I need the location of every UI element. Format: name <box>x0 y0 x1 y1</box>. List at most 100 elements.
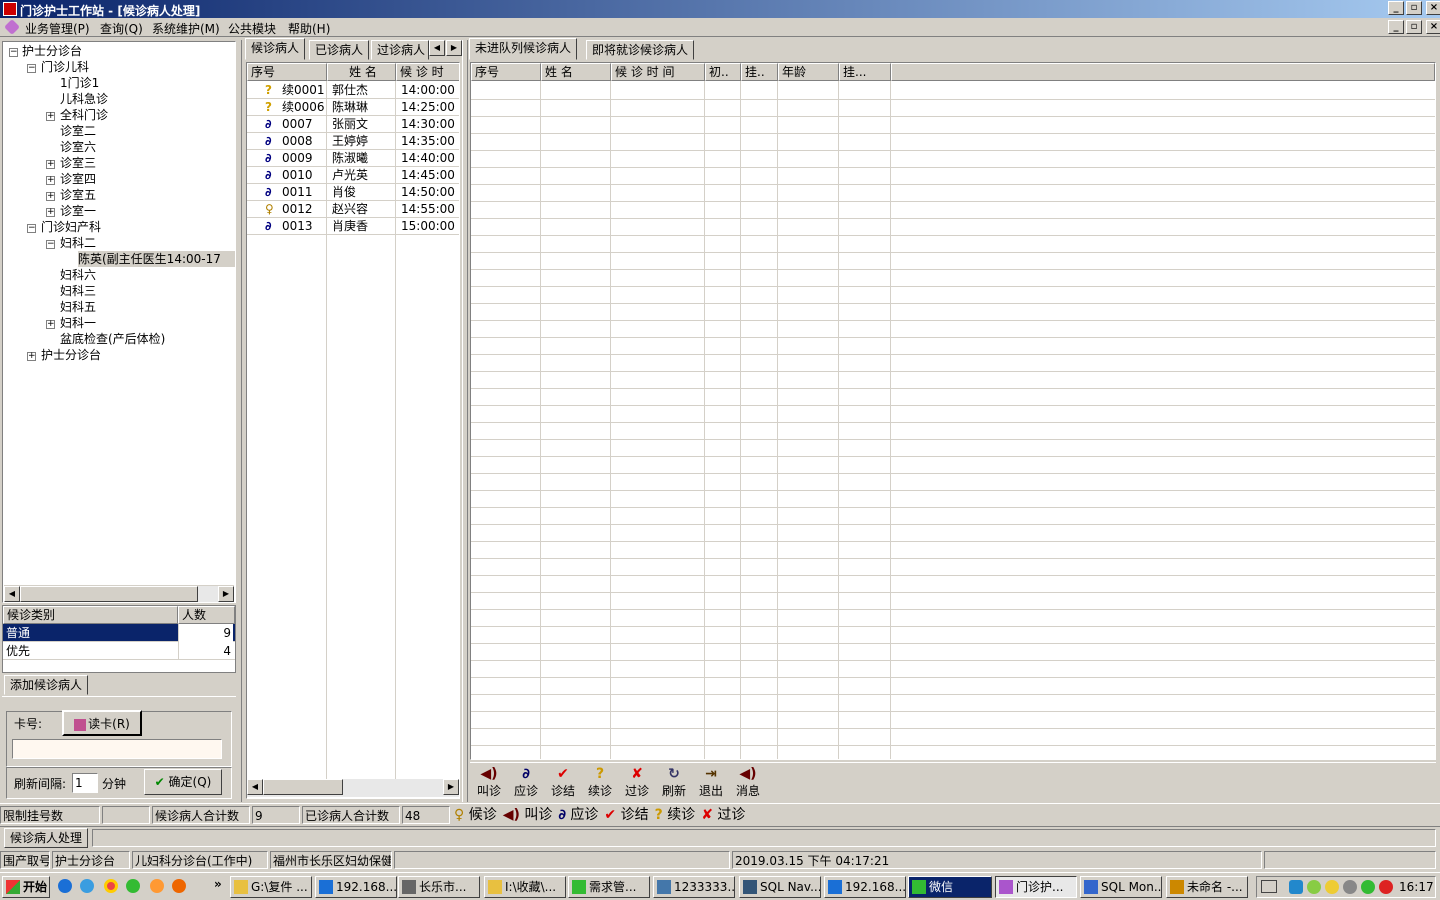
menu-system[interactable]: 系统维护(M) <box>152 20 220 37</box>
collapse-icon[interactable]: − <box>27 64 36 73</box>
menu-business[interactable]: 业务管理(P) <box>25 20 90 37</box>
taskbar-item[interactable]: SQL Mon... <box>1080 876 1162 898</box>
tab-seen[interactable]: 已诊病人 <box>309 40 370 60</box>
taskbar-item[interactable]: 门诊护... <box>995 876 1077 898</box>
tree-node[interactable]: 妇科二 <box>60 235 96 251</box>
table-row[interactable]: 普通 9 <box>3 624 235 642</box>
tab-upcoming[interactable]: 即将就诊候诊病人 <box>586 40 695 60</box>
col-header-count[interactable]: 人数 <box>178 606 235 624</box>
tree-horizontal-scrollbar[interactable]: ◀ ▶ <box>4 585 234 602</box>
tray-app-icon[interactable] <box>1289 880 1303 894</box>
table-row[interactable]: ∂ 0013 肖庚香 15:00:00 <box>247 218 459 235</box>
taskbar-item[interactable]: 长乐市... <box>398 876 480 898</box>
read-card-button[interactable]: 读卡(R) <box>62 710 142 736</box>
ie-icon[interactable] <box>58 879 72 893</box>
waiting-list-scrollbar[interactable]: ◀ ▶ <box>247 779 459 797</box>
message-button[interactable]: ◀) 消息 <box>731 766 765 799</box>
tree-node[interactable]: 诊室四 <box>60 171 96 187</box>
table-row[interactable]: ∂ 0009 陈淑曦 14:40:00 <box>247 150 459 167</box>
expand-icon[interactable]: + <box>46 160 55 169</box>
expand-icon[interactable]: + <box>46 320 55 329</box>
taskbar-item[interactable]: 192.168.... <box>824 876 906 898</box>
scroll-right-icon[interactable]: ▶ <box>443 779 459 795</box>
col-header-reg[interactable]: 挂.. <box>741 63 778 81</box>
col-header-no[interactable]: 序号 <box>471 63 541 81</box>
child-close-button[interactable]: × <box>1426 20 1440 34</box>
refresh-interval-input[interactable]: 1 <box>72 773 98 793</box>
taskbar-item[interactable]: 微信 <box>908 876 992 898</box>
tab-waiting[interactable]: 候诊病人 <box>245 38 306 60</box>
start-button[interactable]: 开始 <box>2 876 50 898</box>
more-tasks-icon[interactable]: » <box>214 877 222 891</box>
desktop-icon[interactable] <box>80 879 94 893</box>
tray-stop-icon[interactable] <box>1379 880 1393 894</box>
expand-icon[interactable]: + <box>46 112 55 121</box>
keyboard-icon[interactable] <box>1261 880 1277 893</box>
tree-node[interactable]: 1门诊1 <box>60 75 99 91</box>
app-plus-icon[interactable] <box>126 879 140 893</box>
tree-node[interactable]: 诊室二 <box>60 123 96 139</box>
col-header-no[interactable]: 序号 <box>247 63 327 81</box>
department-tree[interactable]: − 护士分诊台 − 门诊儿科 1门诊1 儿科急诊 + 全科门诊 诊室二 诊室六 … <box>2 41 236 603</box>
tree-node[interactable]: 诊室三 <box>60 155 96 171</box>
tray-network-icon[interactable] <box>1307 880 1321 894</box>
tree-node[interactable]: 儿科急诊 <box>60 91 108 107</box>
col-header-time[interactable]: 候 诊 时 <box>396 63 459 81</box>
close-button[interactable]: × <box>1426 1 1440 15</box>
firefox-icon[interactable] <box>172 879 186 893</box>
tree-node[interactable]: 门诊妇产科 <box>41 219 101 235</box>
expand-icon[interactable]: + <box>27 352 36 361</box>
taskbar-item[interactable]: 1233333... <box>653 876 735 898</box>
col-header-wait-time[interactable]: 候 诊 时 间 <box>611 63 705 81</box>
expand-icon[interactable]: + <box>46 176 55 185</box>
tab-waiting-patient-process[interactable]: 候诊病人处理 <box>4 828 89 848</box>
table-row[interactable]: ∂ 0010 卢光英 14:45:00 <box>247 167 459 184</box>
tree-node[interactable]: 门诊儿科 <box>41 59 89 75</box>
refresh-button[interactable]: ↻ 刷新 <box>657 766 691 799</box>
scroll-thumb[interactable] <box>20 586 198 602</box>
tree-node[interactable]: 妇科六 <box>60 267 96 283</box>
scroll-right-icon[interactable]: ▶ <box>218 586 234 602</box>
collapse-icon[interactable]: − <box>27 224 36 233</box>
tree-node[interactable]: 妇科一 <box>60 315 96 331</box>
table-row[interactable]: ? 续0001 郭仕杰 14:00:00 <box>247 82 459 99</box>
menu-public[interactable]: 公共模块 <box>228 20 276 37</box>
tree-node[interactable]: 妇科三 <box>60 283 96 299</box>
continue-button[interactable]: ? 续诊 <box>583 766 617 799</box>
col-header-name[interactable]: 姓 名 <box>327 63 396 81</box>
tree-node[interactable]: 盆底检查(产后体检) <box>60 331 165 347</box>
tab-scroll-left-icon[interactable]: ◀ <box>429 40 445 56</box>
taskbar-item[interactable]: 未命名 -... <box>1166 876 1248 898</box>
finish-button[interactable]: ✔ 诊结 <box>546 766 580 799</box>
tree-node-selected[interactable]: 陈英(副主任医生14:00-17 <box>78 251 235 267</box>
receive-button[interactable]: ∂ 应诊 <box>509 766 543 799</box>
scroll-left-icon[interactable]: ◀ <box>247 779 263 795</box>
restore-button[interactable]: ▫ <box>1406 1 1422 15</box>
tab-add-patient[interactable]: 添加候诊病人 <box>4 675 89 695</box>
col-header-first[interactable]: 初.. <box>705 63 741 81</box>
scroll-thumb[interactable] <box>263 779 343 795</box>
col-header-category[interactable]: 候诊类别 <box>3 606 178 624</box>
minimize-button[interactable]: _ <box>1388 1 1404 15</box>
skip-button[interactable]: ✘ 过诊 <box>620 766 654 799</box>
taskbar-item[interactable]: 192.168.... <box>315 876 397 898</box>
tree-node[interactable]: 诊室一 <box>60 203 96 219</box>
taskbar-item[interactable]: 需求管... <box>568 876 650 898</box>
tab-scroll-right-icon[interactable]: ▶ <box>446 40 462 56</box>
card-number-input[interactable] <box>12 739 222 759</box>
table-row[interactable]: ∂ 0008 王婷婷 14:35:00 <box>247 133 459 150</box>
tree-node[interactable]: 诊室六 <box>60 139 96 155</box>
tab-not-queued[interactable]: 未进队列候诊病人 <box>469 38 578 60</box>
confirm-button[interactable]: ✔ 确定(Q) <box>144 769 222 795</box>
tree-node[interactable]: 全科门诊 <box>60 107 108 123</box>
tab-missed[interactable]: 过诊病人 <box>371 40 429 60</box>
tray-plus-icon[interactable] <box>1361 880 1375 894</box>
child-minimize-button[interactable]: _ <box>1388 20 1404 34</box>
table-row[interactable]: ♀ 0012 赵兴容 14:55:00 <box>247 201 459 218</box>
collapse-icon[interactable]: − <box>9 48 18 57</box>
tree-node[interactable]: 护士分诊台 <box>22 43 82 59</box>
chrome-icon[interactable] <box>104 879 118 893</box>
table-row[interactable]: ∂ 0007 张丽文 14:30:00 <box>247 116 459 133</box>
expand-icon[interactable]: + <box>46 208 55 217</box>
taskbar-item[interactable]: I:\收藏\... <box>484 876 566 898</box>
